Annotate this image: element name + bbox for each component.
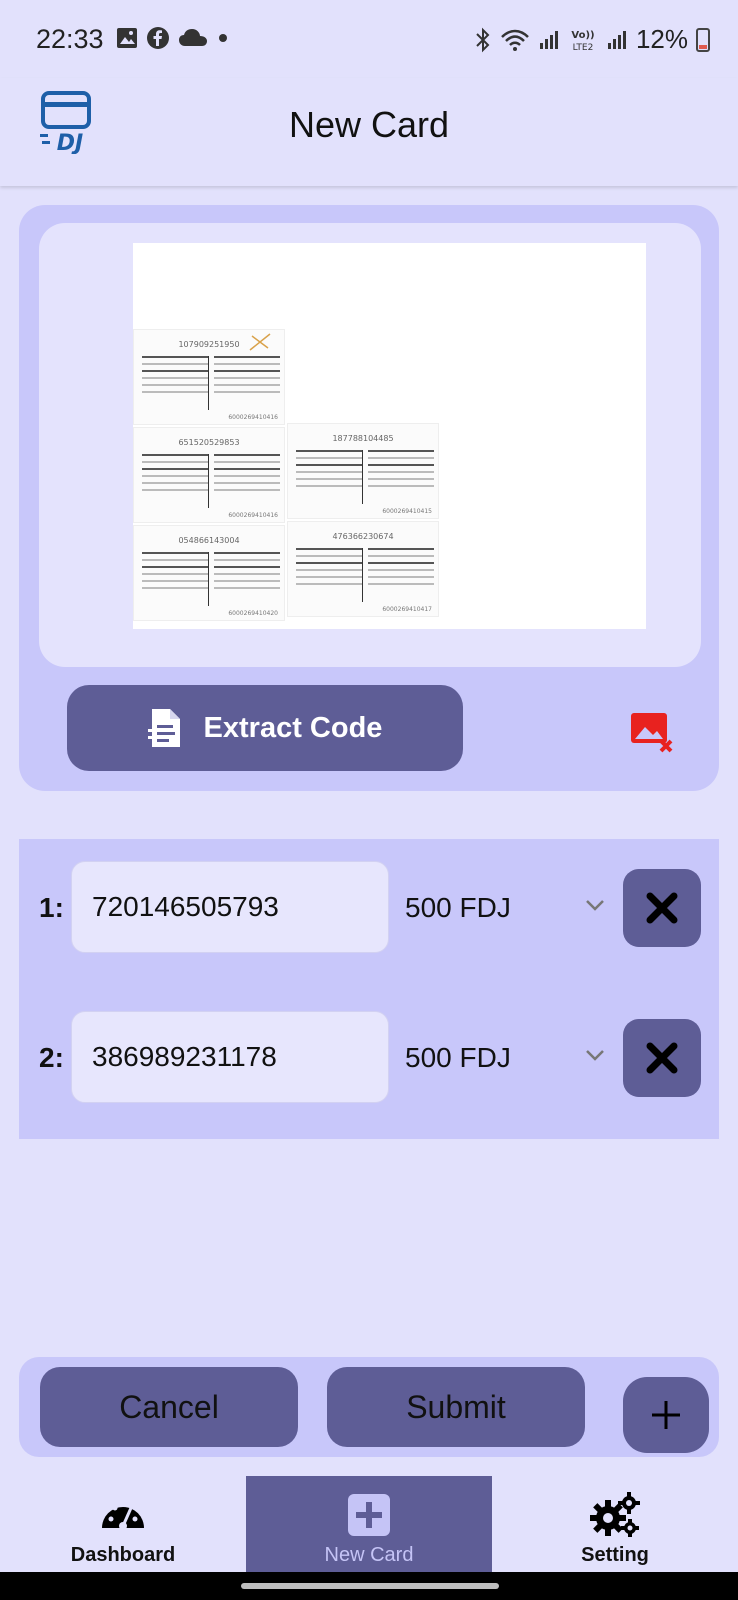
close-icon [646, 1042, 678, 1074]
nav-label: Setting [581, 1544, 649, 1566]
nav-label: New Card [324, 1544, 414, 1566]
close-icon [646, 892, 678, 924]
signal-icon [607, 30, 626, 49]
scanned-card: 107909251950 6000269410416 [133, 329, 285, 425]
app-bar: DJ New Card [0, 78, 738, 186]
dot-icon [219, 34, 227, 42]
scanned-card: 187788104485 6000269410415 [287, 423, 439, 519]
battery-icon [696, 27, 710, 52]
svg-text:LTE2: LTE2 [573, 43, 594, 53]
page-title: New Card [288, 104, 450, 145]
extract-code-label: Extract Code [203, 711, 383, 744]
document-scan-icon [147, 709, 180, 747]
submit-button[interactable]: Submit [327, 1367, 585, 1447]
gears-icon [590, 1492, 640, 1537]
extract-code-button[interactable]: Extract Code [67, 685, 463, 771]
image-panel: 107909251950 6000269410416 651520529853 … [19, 205, 719, 791]
nav-label: Dashboard [70, 1544, 176, 1566]
add-box-icon [348, 1494, 390, 1536]
code-input[interactable]: 720146505793 [71, 861, 389, 953]
plus-icon [652, 1401, 680, 1429]
speedometer-icon [102, 1501, 144, 1530]
delete-row-button[interactable] [623, 869, 701, 947]
cloud-icon [179, 29, 207, 46]
image-preview-frame: 107909251950 6000269410416 651520529853 … [39, 223, 701, 667]
remove-image-icon[interactable] [629, 709, 675, 753]
amount-select[interactable]: 500 FDJ [405, 1042, 511, 1074]
bottom-nav: Dashboard New Card Setting [0, 1476, 738, 1572]
nav-item-new-card[interactable]: New Card [246, 1476, 492, 1572]
home-indicator[interactable] [241, 1583, 499, 1589]
row-index: 1: [39, 892, 64, 923]
nav-item-setting[interactable]: Setting [492, 1476, 738, 1572]
code-row: 1: 720146505793 500 FDJ [19, 859, 719, 955]
gesture-bar [0, 1572, 738, 1600]
scanned-card: 476366230674 6000269410417 [287, 521, 439, 617]
gallery-icon [117, 28, 137, 48]
chevron-down-icon[interactable] [583, 1043, 607, 1067]
chevron-down-icon[interactable] [583, 893, 607, 917]
bluetooth-icon [476, 27, 490, 52]
add-code-button[interactable] [623, 1377, 709, 1453]
amount-select[interactable]: 500 FDJ [405, 892, 511, 924]
volte-icon: Vo)) LTE2 [571, 30, 594, 53]
facebook-icon [147, 27, 169, 49]
battery-percent: 12% [635, 24, 688, 54]
code-list: 1: 720146505793 500 FDJ 2: 386989231178 … [19, 839, 719, 1139]
wifi-icon [501, 29, 529, 51]
status-bar: 22:33 Vo)) LTE2 12% [0, 0, 738, 78]
scanned-card: 651520529853 6000269410416 [133, 427, 285, 523]
scanned-cards-image[interactable]: 107909251950 6000269410416 651520529853 … [133, 243, 646, 629]
code-row: 2: 386989231178 500 FDJ [19, 1009, 719, 1105]
action-bar: Cancel Submit [19, 1357, 719, 1457]
delete-row-button[interactable] [623, 1019, 701, 1097]
status-time: 22:33 [36, 24, 104, 54]
row-index: 2: [39, 1042, 64, 1073]
svg-text:Vo)): Vo)) [571, 30, 594, 41]
cancel-button[interactable]: Cancel [40, 1367, 298, 1447]
nav-item-dashboard[interactable]: Dashboard [0, 1476, 246, 1572]
signal-icon [539, 30, 558, 49]
code-input[interactable]: 386989231178 [71, 1011, 389, 1103]
scanned-card: 054866143004 6000269410420 [133, 525, 285, 621]
